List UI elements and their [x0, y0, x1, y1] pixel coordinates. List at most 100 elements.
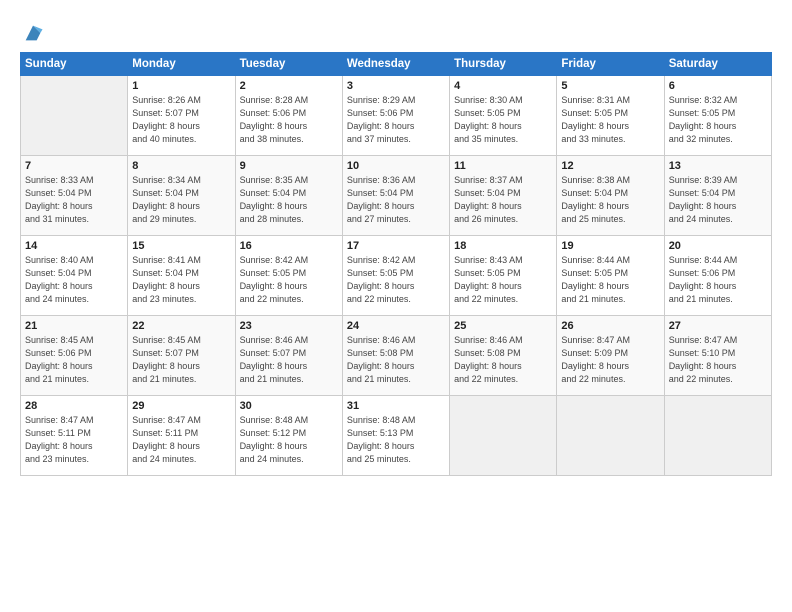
sun-info: Sunrise: 8:48 AM Sunset: 5:12 PM Dayligh… [240, 414, 338, 466]
week-row-1: 1 Sunrise: 8:26 AM Sunset: 5:07 PM Daylig… [21, 76, 772, 156]
day-number: 7 [25, 160, 123, 172]
logo [20, 22, 44, 44]
day-cell: 31 Sunrise: 8:48 AM Sunset: 5:13 PM Dayli… [342, 396, 449, 476]
day-cell: 25 Sunrise: 8:46 AM Sunset: 5:08 PM Dayli… [450, 316, 557, 396]
day-cell: 18 Sunrise: 8:43 AM Sunset: 5:05 PM Dayli… [450, 236, 557, 316]
sun-info: Sunrise: 8:40 AM Sunset: 5:04 PM Dayligh… [25, 254, 123, 306]
day-cell: 16 Sunrise: 8:42 AM Sunset: 5:05 PM Dayli… [235, 236, 342, 316]
sun-info: Sunrise: 8:47 AM Sunset: 5:11 PM Dayligh… [25, 414, 123, 466]
day-number: 13 [669, 160, 767, 172]
day-number: 30 [240, 400, 338, 412]
calendar-page: SundayMondayTuesdayWednesdayThursdayFrid… [0, 0, 792, 612]
week-row-2: 7Sunrise: 8:33 AM Sunset: 5:04 PM Daylig… [21, 156, 772, 236]
calendar-body: 1 Sunrise: 8:26 AM Sunset: 5:07 PM Daylig… [21, 76, 772, 476]
day-cell [450, 396, 557, 476]
sun-info: Sunrise: 8:45 AM Sunset: 5:06 PM Dayligh… [25, 334, 123, 386]
calendar-table: SundayMondayTuesdayWednesdayThursdayFrid… [20, 52, 772, 476]
day-cell: 22 Sunrise: 8:45 AM Sunset: 5:07 PM Dayli… [128, 316, 235, 396]
day-cell [21, 76, 128, 156]
sun-info: Sunrise: 8:42 AM Sunset: 5:05 PM Dayligh… [347, 254, 445, 306]
sun-info: Sunrise: 8:29 AM Sunset: 5:06 PM Dayligh… [347, 94, 445, 146]
sun-info: Sunrise: 8:32 AM Sunset: 5:05 PM Dayligh… [669, 94, 767, 146]
day-number: 21 [25, 320, 123, 332]
header-cell-saturday: Saturday [664, 53, 771, 76]
week-row-3: 14Sunrise: 8:40 AM Sunset: 5:04 PM Dayli… [21, 236, 772, 316]
day-number: 10 [347, 160, 445, 172]
day-cell: 9 Sunrise: 8:35 AM Sunset: 5:04 PM Daylig… [235, 156, 342, 236]
day-cell: 5 Sunrise: 8:31 AM Sunset: 5:05 PM Daylig… [557, 76, 664, 156]
day-number: 1 [132, 80, 230, 92]
day-number: 25 [454, 320, 552, 332]
day-number: 28 [25, 400, 123, 412]
day-cell: 14Sunrise: 8:40 AM Sunset: 5:04 PM Dayli… [21, 236, 128, 316]
day-number: 22 [132, 320, 230, 332]
sun-info: Sunrise: 8:38 AM Sunset: 5:04 PM Dayligh… [561, 174, 659, 226]
day-number: 17 [347, 240, 445, 252]
day-cell: 13 Sunrise: 8:39 AM Sunset: 5:04 PM Dayli… [664, 156, 771, 236]
sun-info: Sunrise: 8:36 AM Sunset: 5:04 PM Dayligh… [347, 174, 445, 226]
day-number: 31 [347, 400, 445, 412]
sun-info: Sunrise: 8:47 AM Sunset: 5:09 PM Dayligh… [561, 334, 659, 386]
day-cell: 12 Sunrise: 8:38 AM Sunset: 5:04 PM Dayli… [557, 156, 664, 236]
sun-info: Sunrise: 8:42 AM Sunset: 5:05 PM Dayligh… [240, 254, 338, 306]
day-number: 11 [454, 160, 552, 172]
day-cell: 4Sunrise: 8:30 AM Sunset: 5:05 PM Daylig… [450, 76, 557, 156]
sun-info: Sunrise: 8:44 AM Sunset: 5:06 PM Dayligh… [669, 254, 767, 306]
day-cell: 2Sunrise: 8:28 AM Sunset: 5:06 PM Daylig… [235, 76, 342, 156]
sun-info: Sunrise: 8:26 AM Sunset: 5:07 PM Dayligh… [132, 94, 230, 146]
day-cell: 6 Sunrise: 8:32 AM Sunset: 5:05 PM Daylig… [664, 76, 771, 156]
day-cell: 1 Sunrise: 8:26 AM Sunset: 5:07 PM Daylig… [128, 76, 235, 156]
day-cell: 27Sunrise: 8:47 AM Sunset: 5:10 PM Dayli… [664, 316, 771, 396]
day-number: 3 [347, 80, 445, 92]
week-row-5: 28 Sunrise: 8:47 AM Sunset: 5:11 PM Dayli… [21, 396, 772, 476]
sun-info: Sunrise: 8:46 AM Sunset: 5:08 PM Dayligh… [347, 334, 445, 386]
logo-icon [22, 22, 44, 44]
day-number: 16 [240, 240, 338, 252]
day-cell: 10 Sunrise: 8:36 AM Sunset: 5:04 PM Dayli… [342, 156, 449, 236]
day-number: 15 [132, 240, 230, 252]
day-number: 9 [240, 160, 338, 172]
calendar-header: SundayMondayTuesdayWednesdayThursdayFrid… [21, 53, 772, 76]
sun-info: Sunrise: 8:34 AM Sunset: 5:04 PM Dayligh… [132, 174, 230, 226]
sun-info: Sunrise: 8:39 AM Sunset: 5:04 PM Dayligh… [669, 174, 767, 226]
day-number: 27 [669, 320, 767, 332]
day-number: 24 [347, 320, 445, 332]
sun-info: Sunrise: 8:43 AM Sunset: 5:05 PM Dayligh… [454, 254, 552, 306]
day-cell: 26 Sunrise: 8:47 AM Sunset: 5:09 PM Dayli… [557, 316, 664, 396]
day-cell: 8Sunrise: 8:34 AM Sunset: 5:04 PM Daylig… [128, 156, 235, 236]
header-cell-friday: Friday [557, 53, 664, 76]
sun-info: Sunrise: 8:45 AM Sunset: 5:07 PM Dayligh… [132, 334, 230, 386]
sun-info: Sunrise: 8:30 AM Sunset: 5:05 PM Dayligh… [454, 94, 552, 146]
sun-info: Sunrise: 8:44 AM Sunset: 5:05 PM Dayligh… [561, 254, 659, 306]
day-cell: 17 Sunrise: 8:42 AM Sunset: 5:05 PM Dayli… [342, 236, 449, 316]
sun-info: Sunrise: 8:47 AM Sunset: 5:11 PM Dayligh… [132, 414, 230, 466]
header-cell-sunday: Sunday [21, 53, 128, 76]
day-number: 19 [561, 240, 659, 252]
day-cell: 15 Sunrise: 8:41 AM Sunset: 5:04 PM Dayli… [128, 236, 235, 316]
header-cell-thursday: Thursday [450, 53, 557, 76]
day-number: 18 [454, 240, 552, 252]
day-number: 26 [561, 320, 659, 332]
header-cell-tuesday: Tuesday [235, 53, 342, 76]
day-number: 12 [561, 160, 659, 172]
header-cell-wednesday: Wednesday [342, 53, 449, 76]
day-cell: 29 Sunrise: 8:47 AM Sunset: 5:11 PM Dayli… [128, 396, 235, 476]
sun-info: Sunrise: 8:41 AM Sunset: 5:04 PM Dayligh… [132, 254, 230, 306]
sun-info: Sunrise: 8:37 AM Sunset: 5:04 PM Dayligh… [454, 174, 552, 226]
day-cell: 30 Sunrise: 8:48 AM Sunset: 5:12 PM Dayli… [235, 396, 342, 476]
day-cell [557, 396, 664, 476]
header-cell-monday: Monday [128, 53, 235, 76]
day-cell: 21 Sunrise: 8:45 AM Sunset: 5:06 PM Dayli… [21, 316, 128, 396]
day-cell: 24 Sunrise: 8:46 AM Sunset: 5:08 PM Dayli… [342, 316, 449, 396]
sun-info: Sunrise: 8:35 AM Sunset: 5:04 PM Dayligh… [240, 174, 338, 226]
sun-info: Sunrise: 8:31 AM Sunset: 5:05 PM Dayligh… [561, 94, 659, 146]
sun-info: Sunrise: 8:46 AM Sunset: 5:08 PM Dayligh… [454, 334, 552, 386]
sun-info: Sunrise: 8:28 AM Sunset: 5:06 PM Dayligh… [240, 94, 338, 146]
day-number: 29 [132, 400, 230, 412]
day-number: 5 [561, 80, 659, 92]
day-cell: 11 Sunrise: 8:37 AM Sunset: 5:04 PM Dayli… [450, 156, 557, 236]
day-number: 6 [669, 80, 767, 92]
day-cell: 3 Sunrise: 8:29 AM Sunset: 5:06 PM Daylig… [342, 76, 449, 156]
sun-info: Sunrise: 8:48 AM Sunset: 5:13 PM Dayligh… [347, 414, 445, 466]
week-row-4: 21 Sunrise: 8:45 AM Sunset: 5:06 PM Dayli… [21, 316, 772, 396]
